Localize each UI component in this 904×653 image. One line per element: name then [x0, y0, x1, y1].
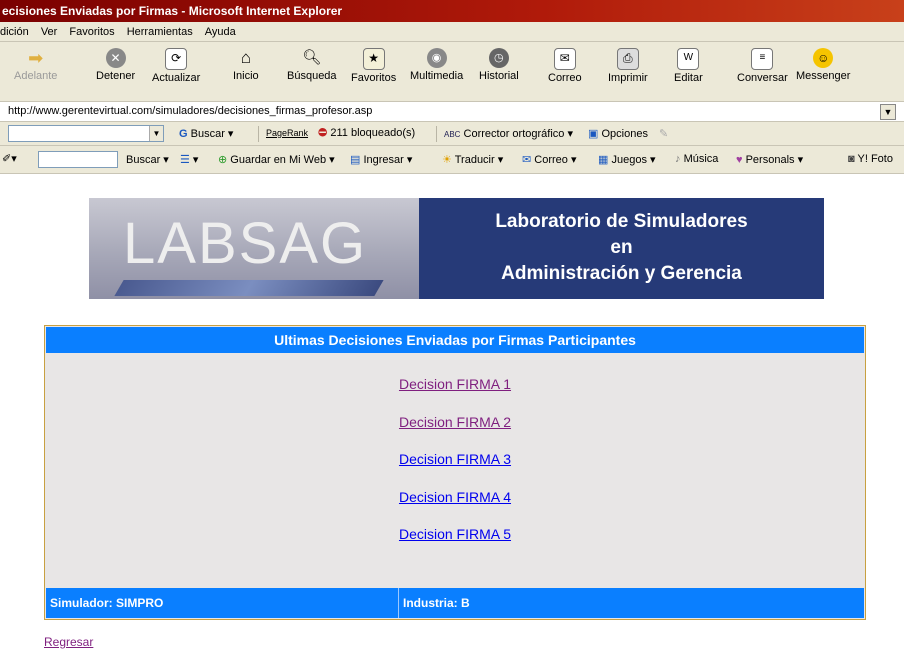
address-bar[interactable]: http://www.gerentevirtual.com/simuladore…: [0, 102, 904, 122]
discuss-icon: ≡: [751, 48, 774, 70]
pagerank-indicator[interactable]: PageRank: [266, 127, 308, 139]
decision-link-firma-1[interactable]: Decision FIRMA 1: [45, 374, 865, 412]
personals-icon: ♥: [736, 154, 743, 166]
banner-title: Laboratorio de Simuladores en Administra…: [419, 198, 824, 299]
divider: [436, 126, 437, 142]
banner-line-1: Laboratorio de Simuladores: [495, 211, 748, 232]
labsag-logo: LABSAG: [123, 211, 368, 276]
home-button[interactable]: ⌂ Inicio: [233, 48, 259, 82]
yahoo-signin-button[interactable]: ▤ Ingresar ▾: [350, 153, 412, 166]
games-icon: ▦: [598, 154, 609, 166]
banner-logo-area: LABSAG: [89, 198, 419, 299]
history-icon: ◷: [488, 48, 509, 68]
standard-toolbar: ➡ Adelante ✕ Detener ⟳ Actualizar ⌂ Inic…: [0, 42, 904, 102]
yahoo-personals-button[interactable]: ♥ Personals ▾: [736, 153, 803, 166]
forward-arrow-icon: ➡: [28, 48, 44, 68]
menu-icon: ☰: [180, 154, 190, 166]
music-icon: ♪: [675, 153, 681, 165]
refresh-button[interactable]: ⟳ Actualizar: [152, 48, 200, 84]
edit-button[interactable]: W Editar: [674, 48, 703, 84]
mail-icon: ✉: [522, 154, 532, 166]
history-button[interactable]: ◷ Historial: [479, 48, 519, 82]
print-icon: ⎙: [616, 48, 639, 70]
banner-decorative-stripe: [114, 280, 384, 296]
home-icon: ⌂: [240, 48, 251, 67]
address-url[interactable]: http://www.gerentevirtual.com/simuladore…: [8, 105, 372, 117]
stop-icon: ✕: [105, 48, 126, 68]
divider: [258, 126, 259, 142]
camera-icon: ◙: [848, 153, 855, 165]
yahoo-save-button[interactable]: ⊕ Guardar en Mi Web ▾: [218, 153, 335, 166]
translate-icon: ☀: [442, 154, 452, 166]
menu-item-help[interactable]: Ayuda: [205, 22, 236, 42]
panel-heading: Ultimas Decisiones Enviadas por Firmas P…: [46, 327, 864, 353]
refresh-icon: ⟳: [165, 48, 188, 70]
yahoo-translate-button[interactable]: ☀ Traducir ▾: [442, 153, 503, 166]
search-icon: 🔍︎: [302, 49, 322, 66]
search-button[interactable]: 🔍︎ Búsqueda: [287, 48, 337, 82]
google-g-icon: G: [179, 128, 188, 140]
industry-label: Industria: B: [403, 596, 470, 610]
media-button[interactable]: ◉ Multimedia: [410, 48, 463, 82]
yahoo-music-button[interactable]: ♪ Música: [675, 153, 718, 165]
media-icon: ◉: [426, 48, 447, 68]
messenger-button[interactable]: ☺ Messenger: [796, 48, 850, 82]
decision-links: Decision FIRMA 1 Decision FIRMA 2 Decisi…: [45, 374, 865, 562]
yahoo-toolbar: ✐▾ Buscar ▾ ☰ ▾ ⊕ Guardar en Mi Web ▾ ▤ …: [0, 146, 904, 174]
google-search-button[interactable]: G Buscar ▾: [179, 127, 233, 140]
options-icon: ▣: [588, 128, 599, 140]
window-title: ecisiones Enviadas por Firmas - Microsof…: [2, 4, 343, 18]
window-title-bar: ecisiones Enviadas por Firmas - Microsof…: [0, 0, 904, 22]
yahoo-search-button[interactable]: Buscar ▾: [126, 153, 169, 166]
menu-item-edit[interactable]: dición: [0, 22, 29, 42]
pencil-icon: ✎: [659, 128, 669, 140]
decisions-panel: Ultimas Decisiones Enviadas por Firmas P…: [44, 325, 866, 620]
decision-link-firma-5[interactable]: Decision FIRMA 5: [45, 524, 865, 562]
banner-line-3: Administración y Gerencia: [501, 263, 742, 284]
yahoo-games-button[interactable]: ▦ Juegos ▾: [598, 153, 656, 166]
print-button[interactable]: ⎙ Imprimir: [608, 48, 648, 84]
yahoo-search-input[interactable]: [38, 151, 118, 168]
popup-blocked-icon: ⛔︎: [318, 127, 328, 139]
back-link[interactable]: Regresar: [44, 635, 93, 649]
favorites-icon: ★: [362, 48, 385, 70]
menu-item-favorites[interactable]: Favoritos: [69, 22, 114, 42]
spellcheck-icon: ABC: [444, 130, 461, 139]
mail-button[interactable]: ✉ Correo: [548, 48, 582, 84]
save-web-icon: ⊕: [218, 154, 228, 166]
pen-icon: ✐▾: [2, 153, 17, 165]
yahoo-photos-button[interactable]: ◙ Y! Foto: [848, 153, 893, 165]
menu-item-tools[interactable]: Herramientas: [127, 22, 193, 42]
google-toolbar: ▼ G Buscar ▾ PageRank ⛔︎ 211 bloqueado(s…: [0, 122, 904, 146]
menu-item-view[interactable]: Ver: [41, 22, 58, 42]
google-search-input[interactable]: ▼: [8, 125, 164, 142]
forward-button[interactable]: ➡ Adelante: [14, 48, 57, 82]
messenger-icon: ☺: [813, 48, 834, 68]
decision-link-firma-3[interactable]: Decision FIRMA 3: [45, 449, 865, 487]
labsag-banner: LABSAG Laboratorio de Simuladores en Adm…: [89, 198, 824, 299]
discuss-button[interactable]: ≡ Conversar: [737, 48, 788, 84]
yahoo-mail-button[interactable]: ✉ Correo ▾: [522, 153, 576, 166]
chevron-down-icon[interactable]: ▼: [149, 126, 163, 141]
signin-icon: ▤: [350, 154, 361, 166]
edit-icon: W: [677, 48, 700, 70]
address-dropdown-icon[interactable]: ▼: [880, 104, 896, 120]
simulator-label: Simulador: SIMPRO: [46, 588, 399, 618]
stop-button[interactable]: ✕ Detener: [96, 48, 135, 82]
yahoo-menu-button[interactable]: ☰ ▾: [180, 153, 198, 166]
decision-link-firma-2[interactable]: Decision FIRMA 2: [45, 412, 865, 450]
popup-blocker[interactable]: ⛔︎ 211 bloqueado(s): [318, 127, 415, 140]
spellcheck-button[interactable]: ABC Corrector ortográfico ▾: [444, 127, 573, 140]
banner-line-2: en: [610, 237, 633, 258]
mail-icon: ✉: [553, 48, 576, 70]
panel-footer: Simulador: SIMPRO Industria: B: [46, 588, 864, 618]
decision-link-firma-4[interactable]: Decision FIRMA 4: [45, 487, 865, 525]
menu-bar: dición Ver Favoritos Herramientas Ayuda: [0, 22, 904, 42]
favorites-button[interactable]: ★ Favoritos: [351, 48, 396, 84]
options-button[interactable]: ▣ Opciones ✎: [588, 127, 668, 140]
